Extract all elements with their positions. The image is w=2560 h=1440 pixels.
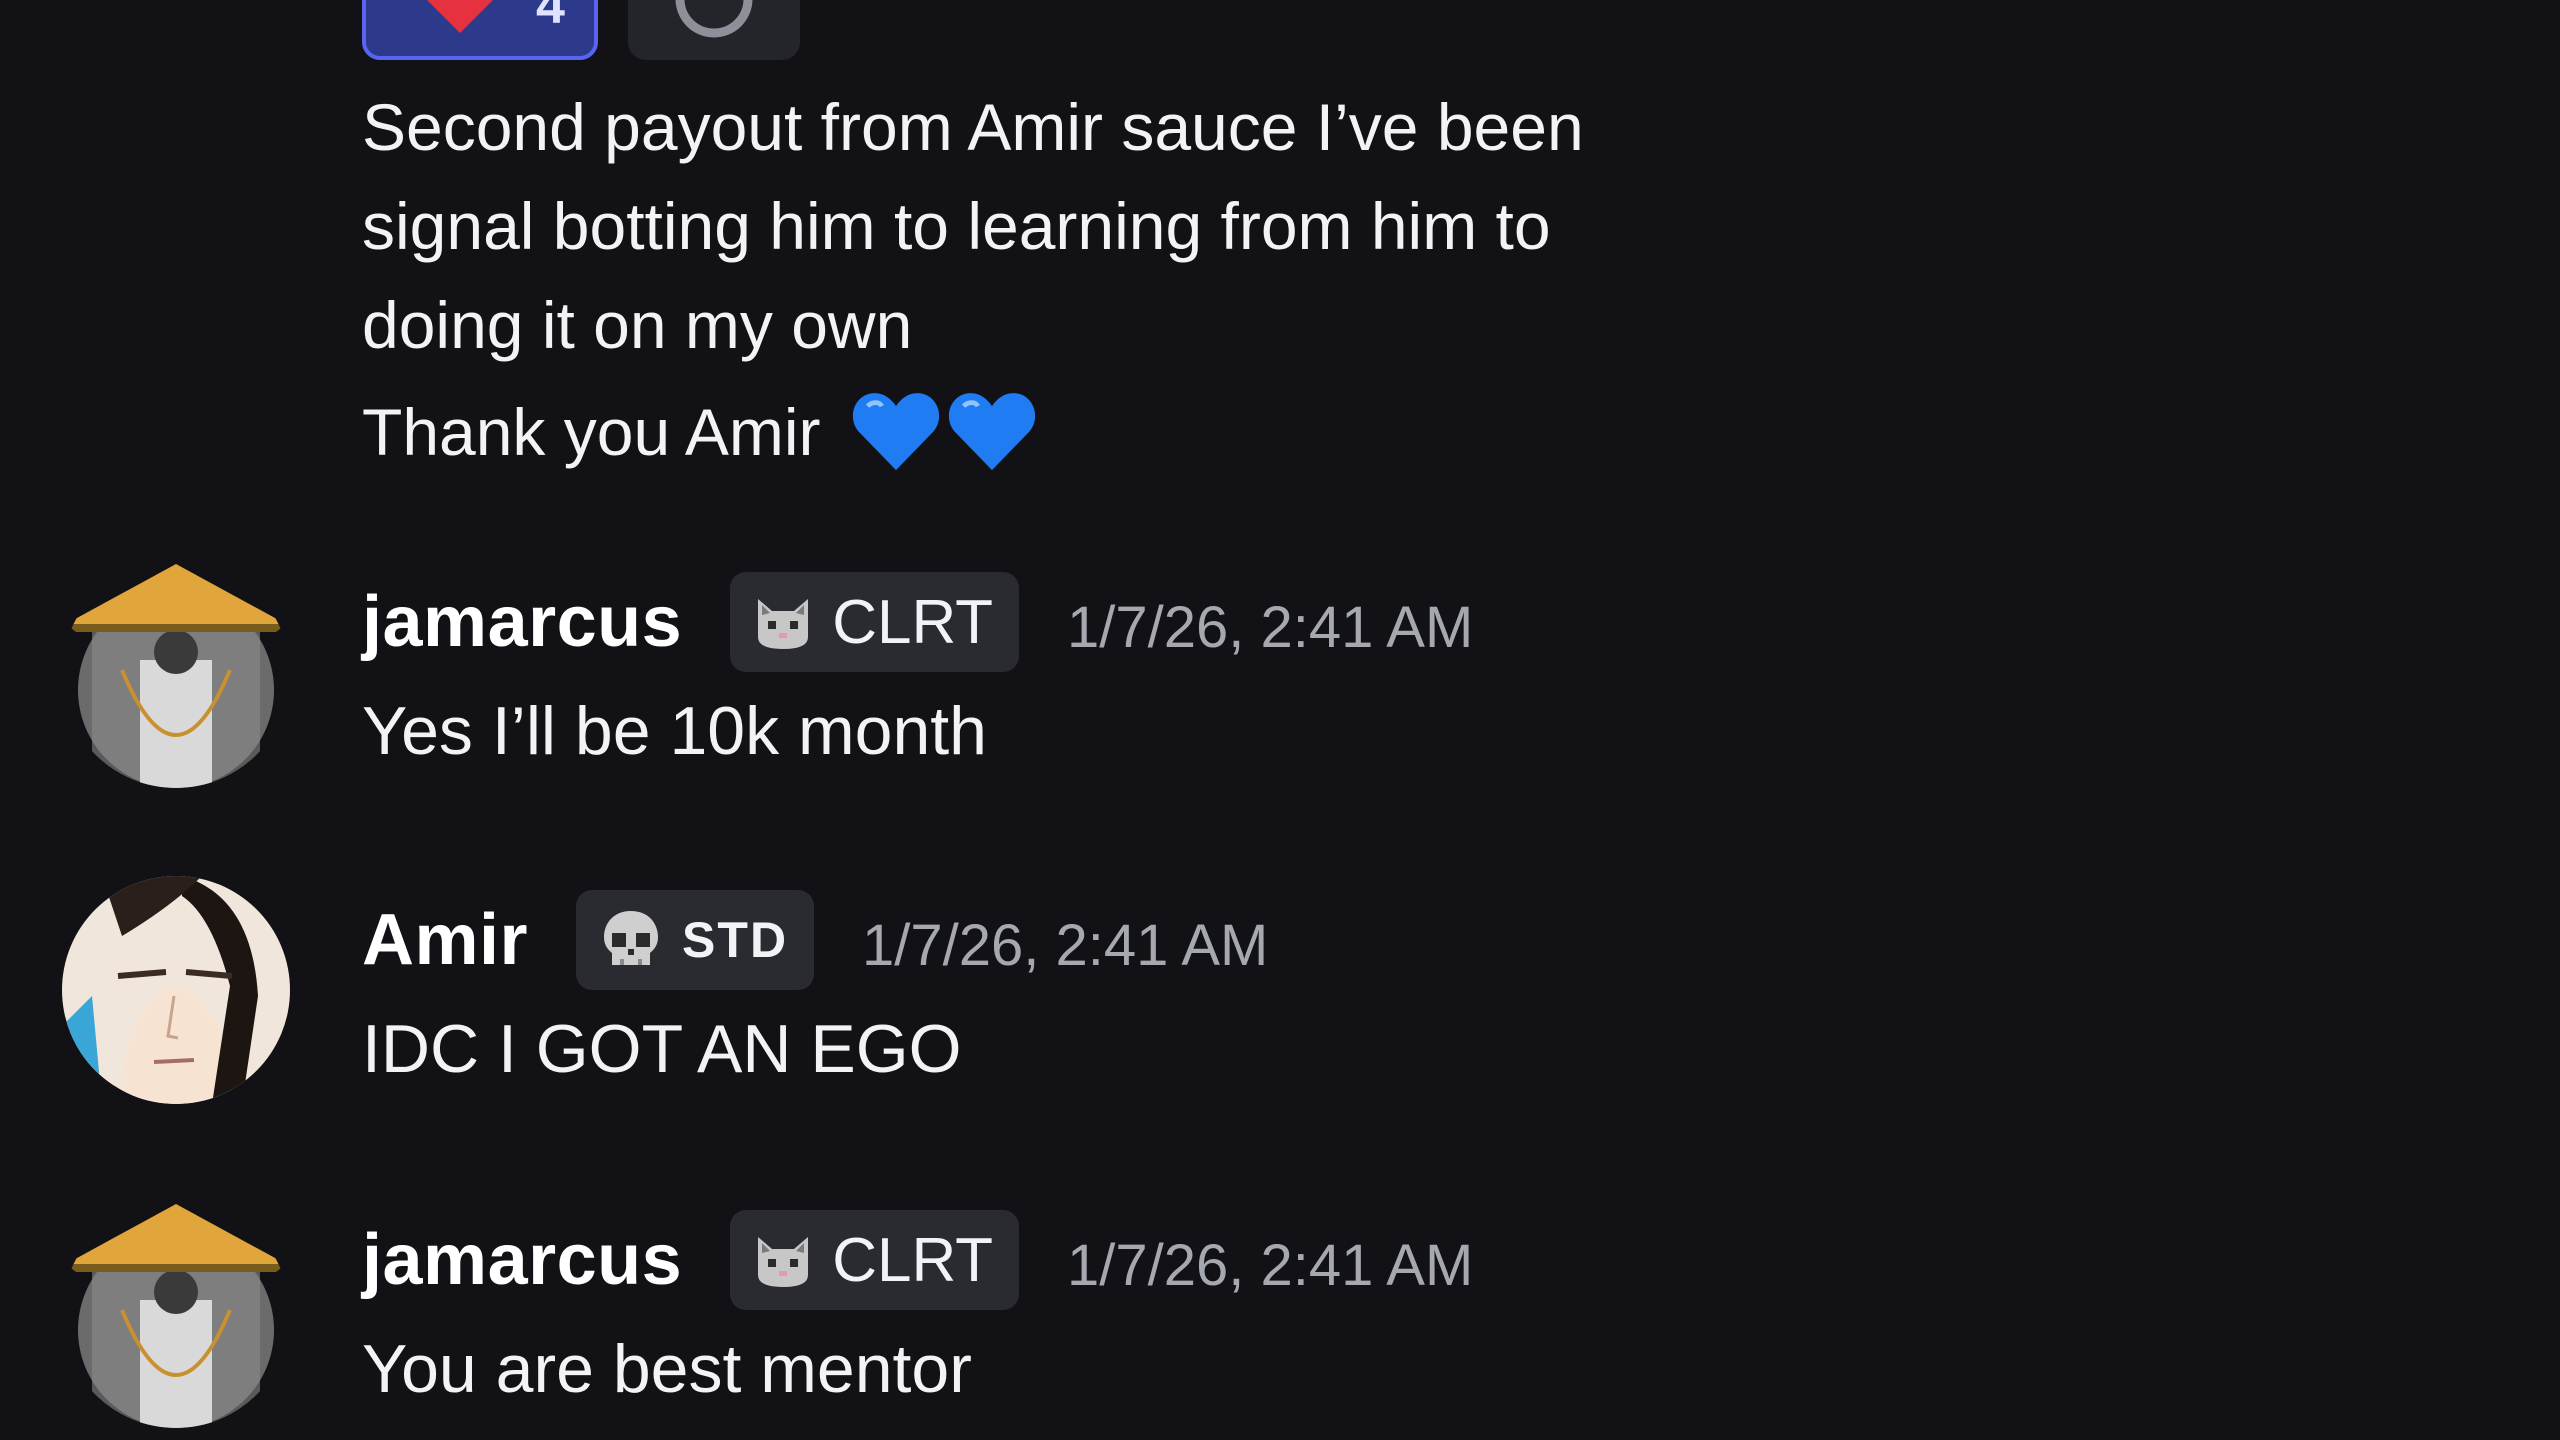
- username[interactable]: Amir: [362, 899, 528, 981]
- reaction-count: 4: [536, 0, 565, 35]
- avatar[interactable]: [62, 876, 290, 1104]
- anime-character-avatar-icon: [62, 876, 290, 1104]
- guild-tag[interactable]: CLRT: [730, 572, 1019, 672]
- message-header: jamarcus CLRT 1/7/26, 2:41 AM: [362, 1205, 1473, 1315]
- emoji-group: [851, 388, 1037, 474]
- timestamp: 1/7/26, 2:41 AM: [1067, 594, 1474, 660]
- guild-tag-label: CLRT: [832, 1225, 993, 1295]
- message-content: You are best mentor: [362, 1331, 972, 1407]
- guild-tag-label: CLRT: [832, 587, 993, 657]
- avatar[interactable]: [62, 1200, 290, 1428]
- guild-tag[interactable]: STD: [576, 890, 815, 990]
- message-content: Second payout from Amir sauce I’ve been …: [362, 78, 1584, 482]
- cat-icon: [758, 1237, 809, 1287]
- message-content: IDC I GOT AN EGO: [362, 1011, 962, 1087]
- reaction-bar: 4: [362, 0, 800, 60]
- message-line-last: Thank you Amir: [362, 383, 1584, 482]
- chat-message-list: 4 Second payout from Amir sauce I’ve bee…: [0, 0, 2560, 1440]
- username[interactable]: jamarcus: [362, 581, 682, 663]
- add-reaction-icon: [675, 0, 753, 38]
- straw-hat-avatar-icon: [62, 1200, 290, 1428]
- straw-hat-avatar-icon: [62, 560, 290, 788]
- username[interactable]: jamarcus: [362, 1219, 682, 1301]
- message-content: Yes I’ll be 10k month: [362, 693, 987, 769]
- blue-heart-icon: [852, 392, 939, 470]
- message-line: Thank you Amir: [362, 395, 821, 469]
- message-line: doing it on my own: [362, 288, 913, 362]
- red-heart-icon: [427, 0, 493, 33]
- add-reaction-button[interactable]: [628, 0, 800, 60]
- message-header: Amir STD 1/7/26, 2:41 AM: [362, 885, 1268, 995]
- blue-heart-icon: [948, 392, 1035, 470]
- timestamp: 1/7/26, 2:41 AM: [862, 912, 1269, 978]
- skull-icon: [604, 911, 659, 965]
- cat-icon: [758, 599, 809, 649]
- guild-tag-label: STD: [682, 912, 789, 968]
- message-header: jamarcus CLRT 1/7/26, 2:41 AM: [362, 567, 1473, 677]
- timestamp: 1/7/26, 2:41 AM: [1067, 1232, 1474, 1298]
- guild-tag[interactable]: CLRT: [730, 1210, 1019, 1310]
- message-line: Second payout from Amir sauce I’ve been: [362, 90, 1584, 164]
- avatar[interactable]: [62, 560, 290, 788]
- message-line: signal botting him to learning from him …: [362, 189, 1551, 263]
- reaction-heart[interactable]: 4: [362, 0, 598, 60]
